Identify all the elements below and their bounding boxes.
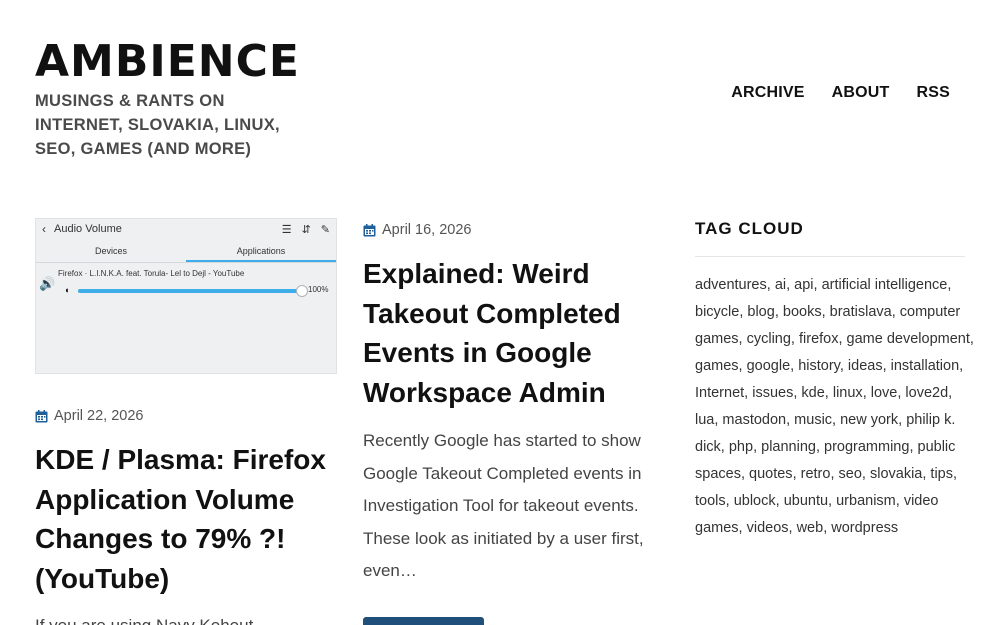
tab-devices: Devices [94, 246, 127, 256]
tag-link[interactable]: blog [747, 304, 774, 320]
stream-name: Firefox · L.I.N.K.A. feat. Torula- Lel t… [58, 269, 245, 278]
nav-about[interactable]: ABOUT [832, 84, 890, 102]
tag-link[interactable]: new york [840, 412, 898, 428]
tag-link[interactable]: firefox [799, 331, 839, 347]
tag-link[interactable]: ublock [734, 493, 776, 509]
tag-link[interactable]: bratislava [830, 304, 892, 320]
site-title[interactable]: AMBIENCE [35, 36, 300, 87]
post-date: April 22, 2026 [35, 408, 143, 424]
thumbnail-header: ‹ Audio Volume ☰ ⇵ ✎ [36, 219, 336, 239]
volume-fill [78, 289, 302, 293]
tag-link[interactable]: tips [930, 466, 953, 482]
tag-link[interactable]: seo [839, 466, 862, 482]
tag-link[interactable]: videos [747, 520, 789, 536]
tag-link[interactable]: mastodon [722, 412, 786, 428]
tab-applications: Applications [186, 239, 336, 262]
tag-link[interactable]: slovakia [870, 466, 922, 482]
post-date: April 16, 2026 [363, 222, 471, 238]
tag-link[interactable]: kde [801, 385, 824, 401]
tag-link[interactable]: wordpress [831, 520, 898, 536]
post-excerpt: Recently Google has started to show Goog… [363, 431, 644, 580]
tag-link[interactable]: linux [833, 385, 863, 401]
tag-link[interactable]: artificial intelligence [822, 277, 948, 293]
tag-link[interactable]: urbanism [836, 493, 896, 509]
read-more-button[interactable] [363, 617, 484, 625]
tag-cloud: adventures, ai, api, artificial intellig… [695, 277, 974, 536]
tag-link[interactable]: adventures [695, 277, 767, 293]
divider [695, 256, 965, 257]
calendar-icon [363, 223, 376, 237]
mute-icon: ◖ [64, 285, 70, 295]
calendar-icon [35, 409, 48, 423]
tag-link[interactable]: books [783, 304, 822, 320]
nav-archive[interactable]: ARCHIVE [731, 84, 804, 102]
tag-link[interactable]: planning [761, 439, 816, 455]
post-excerpt: If you are using Navy Kohout [35, 610, 335, 625]
post-title[interactable]: KDE / Plasma: Firefox Application Volume… [35, 440, 335, 598]
post-title[interactable]: Explained: Weird Takeout Completed Event… [363, 254, 663, 412]
tag-link[interactable]: tools [695, 493, 726, 509]
menu-icon: ☰ [281, 223, 292, 236]
tag-link[interactable]: quotes [749, 466, 793, 482]
tag-link[interactable]: ai [775, 277, 786, 293]
post-date-text[interactable]: April 22, 2026 [54, 408, 143, 424]
settings-icon: ⇵ [301, 223, 311, 236]
nav-rss[interactable]: RSS [917, 84, 951, 102]
tag-link[interactable]: music [794, 412, 832, 428]
thumbnail-window-title: Audio Volume [54, 223, 122, 235]
main-nav: ARCHIVE ABOUT RSS [731, 84, 950, 102]
tag-link[interactable]: programming [824, 439, 909, 455]
tag-link[interactable]: web [797, 520, 824, 536]
tag-link[interactable]: bicycle [695, 304, 739, 320]
post-date-text[interactable]: April 16, 2026 [382, 222, 471, 238]
thumbnail-tabs: Devices Applications [36, 239, 336, 263]
tag-link[interactable]: google [747, 358, 791, 374]
post-thumbnail[interactable]: ‹ Audio Volume ☰ ⇵ ✎ Devices Application… [35, 218, 337, 374]
tag-link[interactable]: retro [801, 466, 831, 482]
pin-icon: ✎ [320, 223, 330, 236]
tag-link[interactable]: issues [752, 385, 793, 401]
tag-link[interactable]: Internet [695, 385, 744, 401]
tag-link[interactable]: installation [891, 358, 960, 374]
back-icon: ‹ [42, 222, 46, 236]
tag-link[interactable]: cycling [747, 331, 791, 347]
audio-stream: 🔊 Firefox · L.I.N.K.A. feat. Torula- Lel… [36, 263, 336, 303]
tag-link[interactable]: history [798, 358, 840, 374]
volume-knob [296, 285, 308, 297]
tag-link[interactable]: game development [847, 331, 970, 347]
tag-link[interactable]: games [695, 358, 739, 374]
volume-percent: 100% [308, 285, 329, 294]
site-description: MUSINGS & RANTS ON INTERNET, SLOVAKIA, L… [35, 92, 280, 158]
tag-link[interactable]: lua [695, 412, 714, 428]
tag-link[interactable]: love [871, 385, 898, 401]
tag-link[interactable]: php [729, 439, 753, 455]
tag-link[interactable]: api [794, 277, 813, 293]
speaker-icon: 🔊 [39, 276, 56, 291]
tag-link[interactable]: ideas [848, 358, 883, 374]
tag-link[interactable]: love2d [905, 385, 948, 401]
volume-slider [78, 285, 308, 297]
tag-cloud-title: TAG CLOUD [695, 219, 804, 238]
tag-link[interactable]: ubuntu [784, 493, 828, 509]
